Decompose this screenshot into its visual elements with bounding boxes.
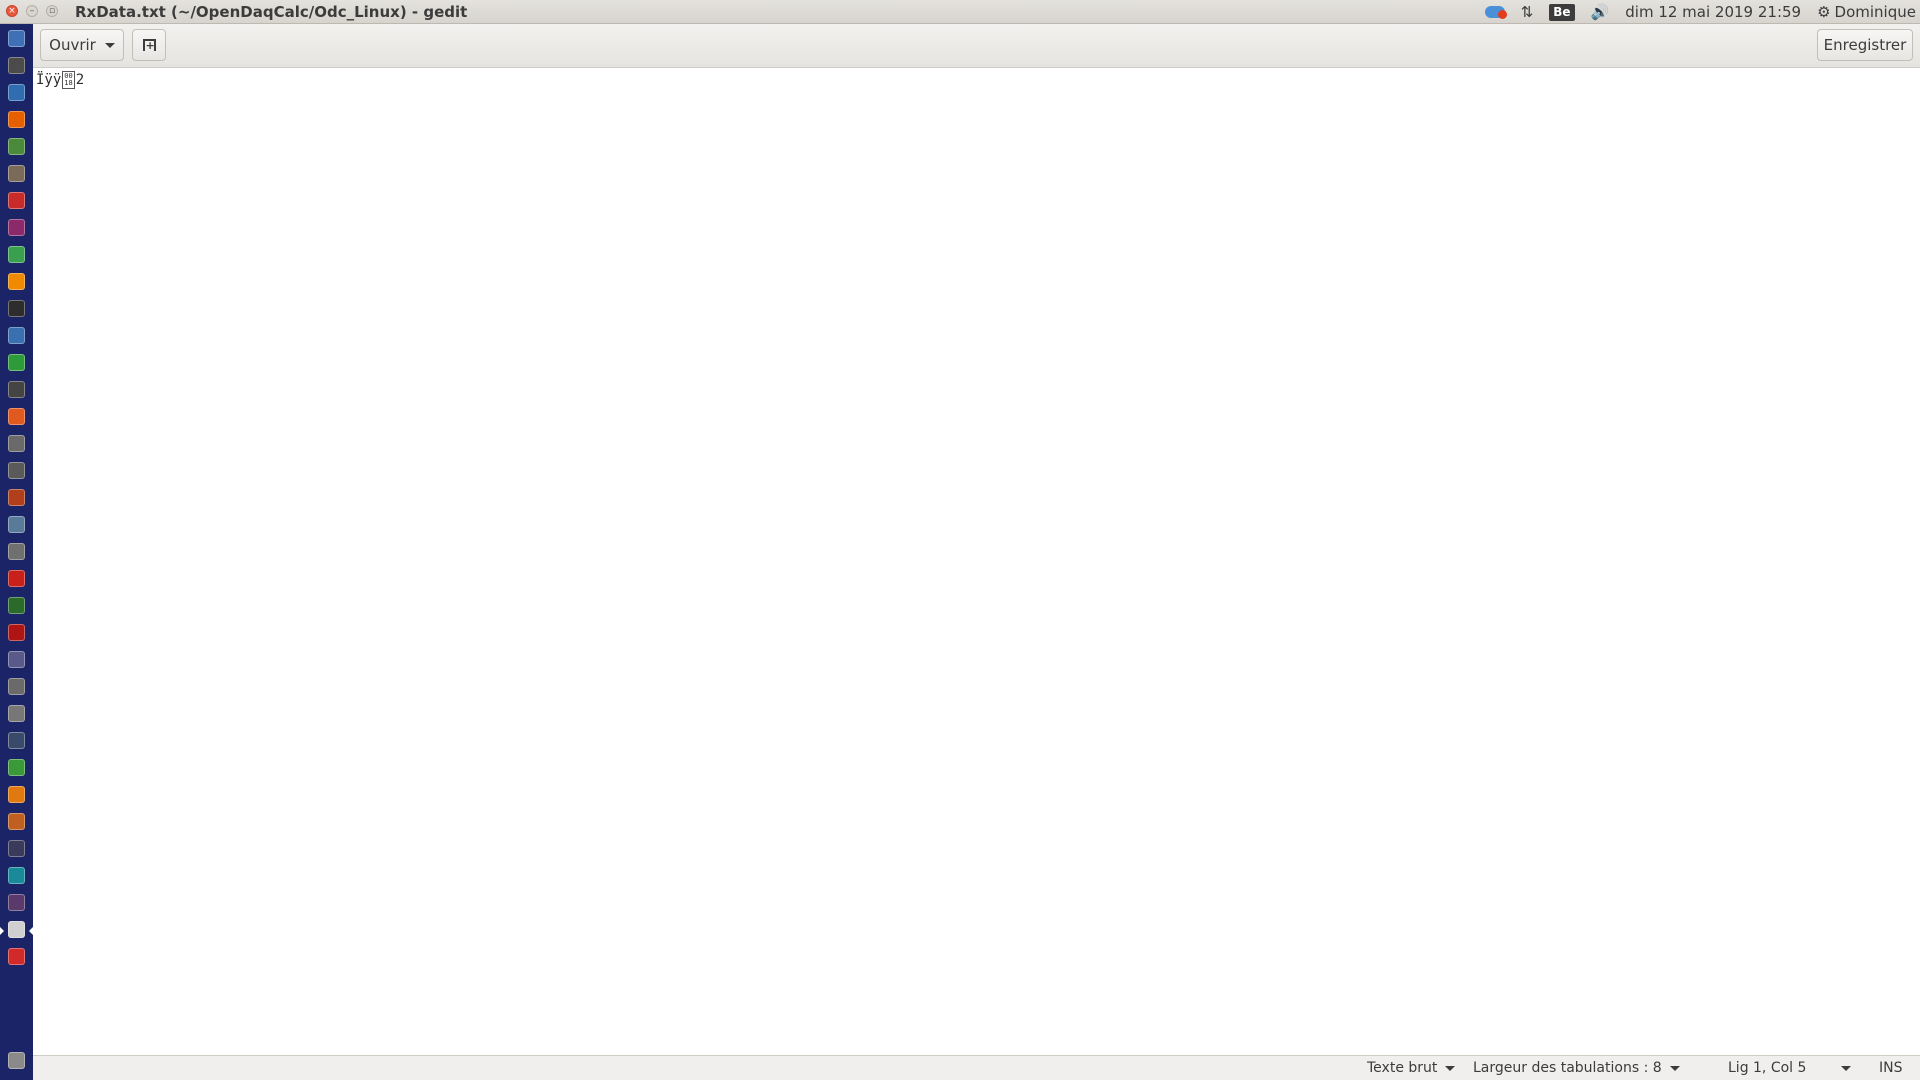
top-panel: × – ▫ RxData.txt (~/OpenDaqCalc/Odc_Linu… xyxy=(0,0,1920,24)
status-bar: Texte brut Largeur des tabulations : 8 L… xyxy=(33,1055,1920,1080)
user-name[interactable]: Dominique xyxy=(1835,3,1916,21)
new-tab-button[interactable]: + xyxy=(132,29,166,61)
filezilla-icon[interactable] xyxy=(8,624,25,641)
vlc-icon[interactable] xyxy=(8,273,25,290)
archive-icon[interactable] xyxy=(8,462,25,479)
camera-icon[interactable] xyxy=(8,543,25,560)
cloud-sync-icon[interactable] xyxy=(1484,0,1507,24)
open-button[interactable]: Ouvrir xyxy=(40,29,124,61)
keyboard-layout-indicator[interactable]: Be xyxy=(1549,0,1575,24)
cloud-app-icon[interactable] xyxy=(8,678,25,695)
files-icon[interactable] xyxy=(8,165,25,182)
tab-width-label: Largeur des tabulations : 8 xyxy=(1473,1060,1662,1076)
image-viewer-icon[interactable] xyxy=(8,516,25,533)
clock[interactable]: dim 12 mai 2019 21:59 xyxy=(1625,3,1801,21)
chevron-down-icon xyxy=(1669,1065,1680,1071)
close-icon: × xyxy=(8,6,16,16)
flash-icon[interactable] xyxy=(8,570,25,587)
minimize-icon: – xyxy=(29,6,35,16)
cursor-position-label: Lig 1, Col 5 xyxy=(1728,1060,1807,1076)
calc-icon[interactable] xyxy=(8,354,25,371)
system-tray: ⇅ Be 🔊 dim 12 mai 2019 21:59 ⚙ Dominique xyxy=(1477,0,1916,24)
new-tab-icon: + xyxy=(142,39,156,51)
color-app-icon[interactable] xyxy=(8,948,25,965)
editor-text[interactable]: Ïÿÿ 00 18 2 xyxy=(36,70,84,90)
window-close-button[interactable]: × xyxy=(6,5,18,17)
network-icon[interactable]: ⇅ xyxy=(1521,0,1534,24)
window-minimize-button[interactable]: – xyxy=(26,5,38,17)
editor-text-suffix: 2 xyxy=(75,72,85,88)
p-app-icon[interactable] xyxy=(8,597,25,614)
trash-icon[interactable] xyxy=(8,1052,25,1069)
e-app-icon[interactable] xyxy=(8,786,25,803)
system-settings-icon[interactable] xyxy=(8,435,25,452)
workspace-icon[interactable] xyxy=(8,57,25,74)
monitor-icon[interactable] xyxy=(8,894,25,911)
editor-text-prefix: Ïÿÿ xyxy=(36,72,62,88)
maximize-icon: ▫ xyxy=(48,6,56,16)
window-maximize-button[interactable]: ▫ xyxy=(46,5,58,17)
language-label: Texte brut xyxy=(1367,1060,1438,1076)
editor-icon[interactable] xyxy=(8,489,25,506)
language-selector[interactable]: Texte brut xyxy=(1367,1056,1456,1080)
software-center-icon[interactable] xyxy=(8,408,25,425)
media-icon[interactable] xyxy=(8,219,25,236)
insert-mode-label: INS xyxy=(1879,1060,1903,1076)
settings-gear-icon[interactable]: ⚙ xyxy=(1817,0,1830,24)
compass-icon[interactable] xyxy=(8,732,25,749)
network-tool-icon[interactable] xyxy=(8,651,25,668)
chevron-down-icon xyxy=(104,42,115,48)
arduino-icon[interactable] xyxy=(8,867,25,884)
text-editor[interactable]: Ïÿÿ 00 18 2 xyxy=(33,68,1920,1055)
usb-icon[interactable] xyxy=(8,840,25,857)
storage-icon[interactable] xyxy=(8,246,25,263)
cursor-position[interactable]: Lig 1, Col 5 xyxy=(1728,1056,1806,1080)
cursor-position-menu[interactable] xyxy=(1841,1056,1851,1080)
chevron-down-icon xyxy=(1841,1065,1851,1071)
pdf-icon[interactable] xyxy=(8,192,25,209)
screen-icon[interactable] xyxy=(8,381,25,398)
header-bar: Ouvrir + Enregistrer xyxy=(33,24,1920,68)
keyboard-layout-icon: Be xyxy=(1549,3,1575,21)
control-character-glyph: 00 18 xyxy=(62,71,75,89)
dash-icon[interactable] xyxy=(8,30,25,47)
chevron-down-icon xyxy=(1445,1065,1456,1071)
launcher-running-indicator xyxy=(0,927,4,935)
document-viewer-icon[interactable] xyxy=(8,813,25,830)
save-button-label: Enregistrer xyxy=(1823,36,1907,54)
tools-icon[interactable] xyxy=(8,759,25,776)
open-button-label: Ouvrir xyxy=(49,36,96,54)
chrome-icon[interactable] xyxy=(8,138,25,155)
disc-icon[interactable] xyxy=(8,705,25,722)
insert-mode: INS xyxy=(1879,1056,1903,1080)
tab-width-selector[interactable]: Largeur des tabulations : 8 xyxy=(1473,1056,1680,1080)
terminal-icon[interactable] xyxy=(8,300,25,317)
writer-icon[interactable] xyxy=(8,327,25,344)
volume-icon[interactable]: 🔊 xyxy=(1591,0,1610,24)
launcher xyxy=(0,24,33,1080)
window-title: RxData.txt (~/OpenDaqCalc/Odc_Linux) - g… xyxy=(75,3,468,21)
firefox-icon[interactable] xyxy=(8,111,25,128)
virtualbox-icon[interactable] xyxy=(8,84,25,101)
save-button[interactable]: Enregistrer xyxy=(1817,29,1913,61)
gedit-icon[interactable] xyxy=(8,921,25,938)
